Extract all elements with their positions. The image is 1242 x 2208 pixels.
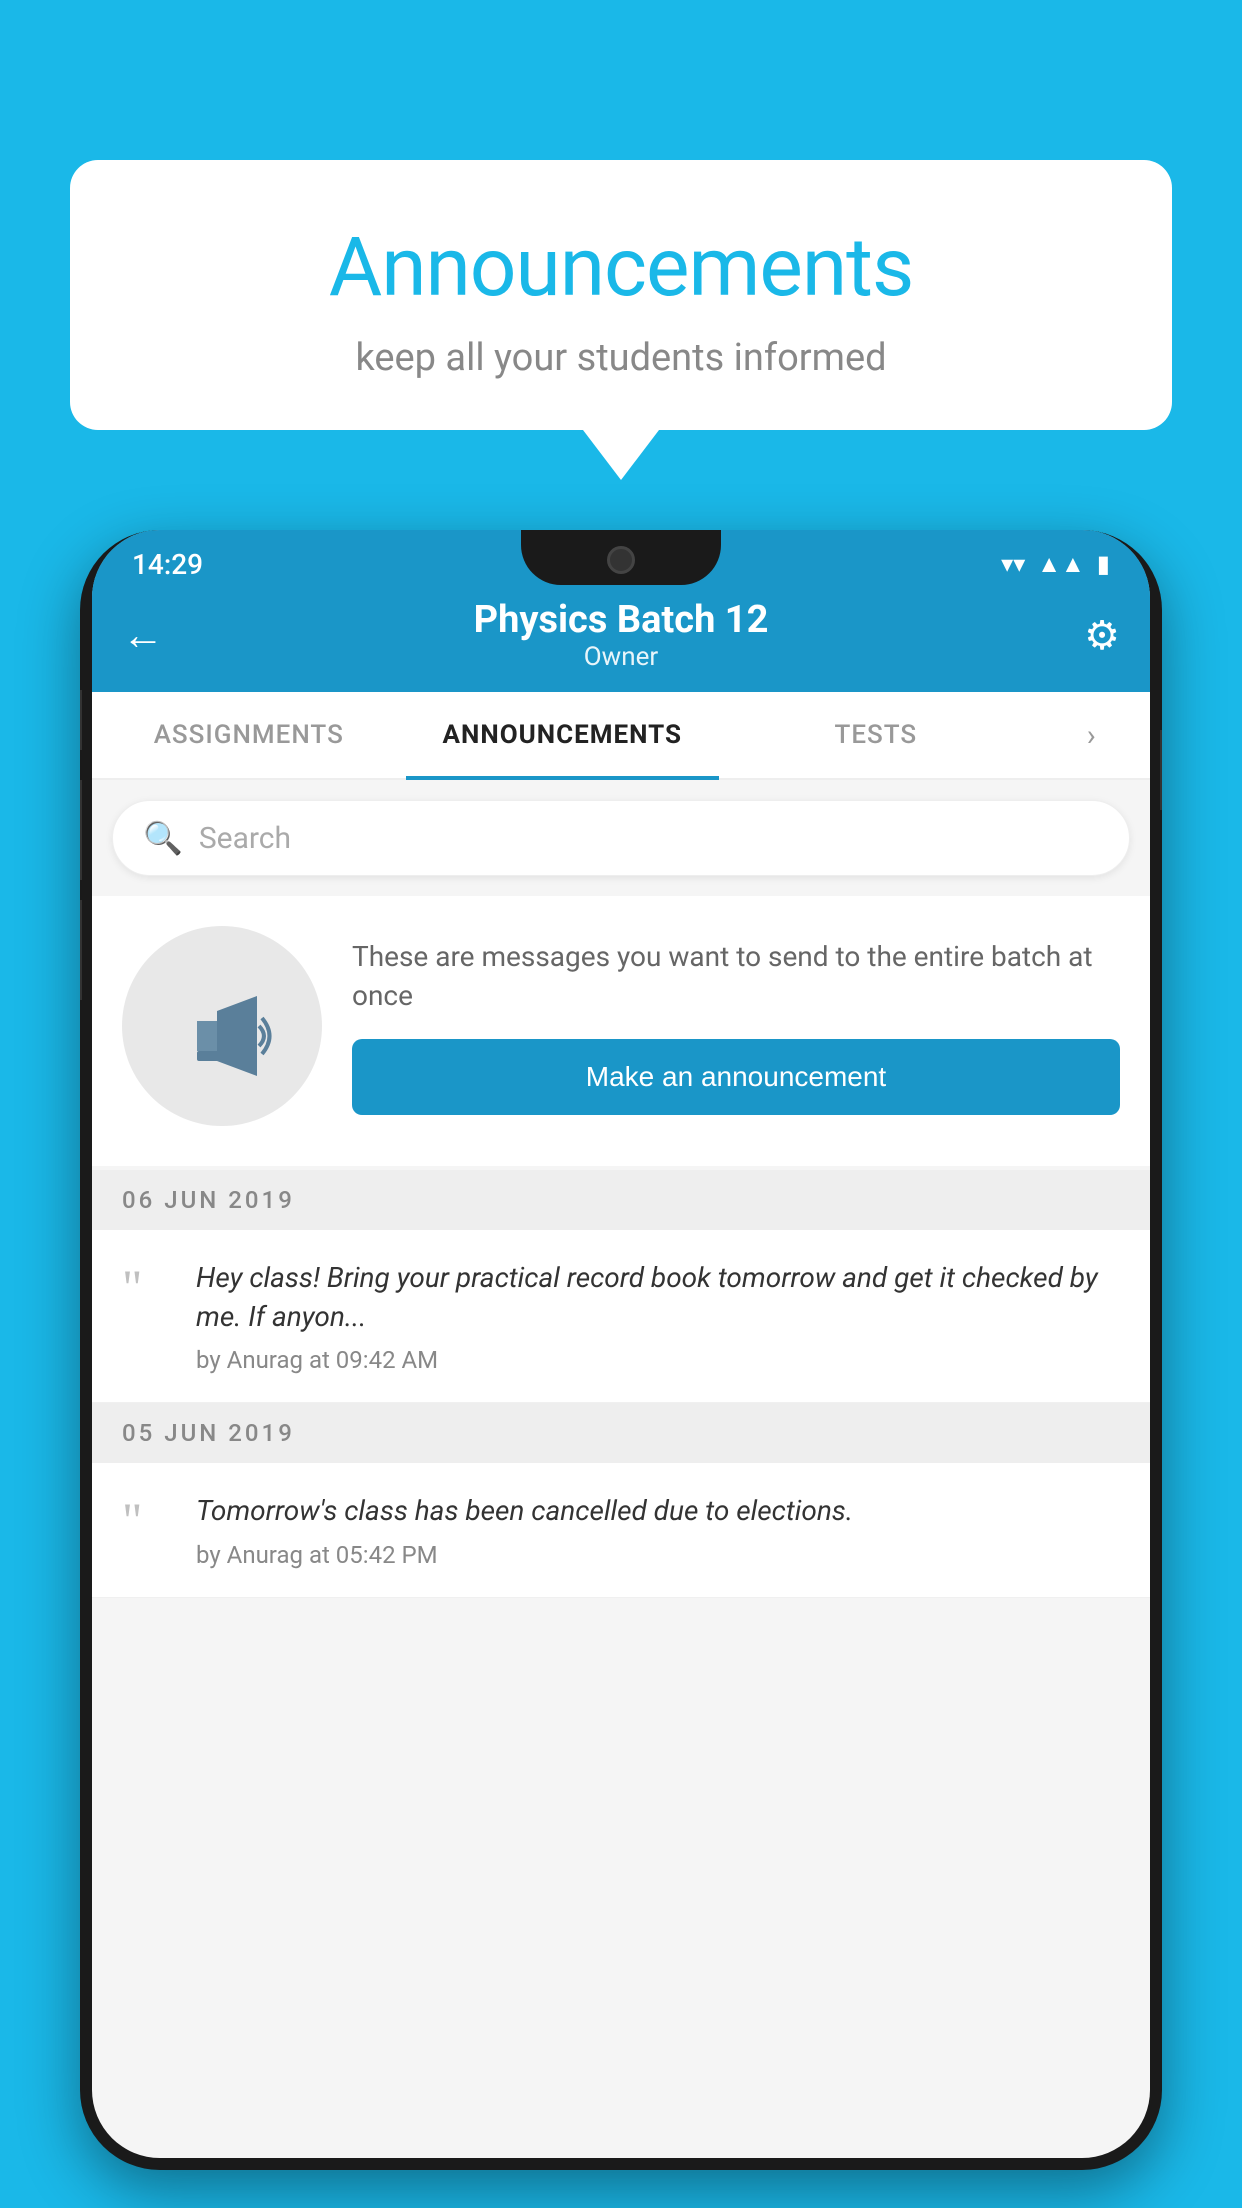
announcement-text-2: Tomorrow's class has been cancelled due …: [196, 1491, 1120, 1530]
volume-down-button: [80, 900, 82, 1000]
status-time: 14:29: [132, 548, 203, 581]
power-button: [1160, 730, 1162, 810]
announcement-meta-1: by Anurag at 09:42 AM: [196, 1346, 1120, 1374]
phone-screen: 14:29 ▾▾ ▲▲ ▮ ← Physics Batch 12 Owner ⚙: [92, 530, 1150, 2158]
date-divider-1: 06 JUN 2019: [92, 1170, 1150, 1230]
wifi-icon: ▾▾: [1001, 550, 1025, 578]
tab-assignments[interactable]: ASSIGNMENTS: [92, 692, 406, 778]
announcement-promo: These are messages you want to send to t…: [92, 896, 1150, 1166]
header-title: Physics Batch 12: [182, 598, 1060, 642]
tabs-bar: ASSIGNMENTS ANNOUNCEMENTS TESTS ›: [92, 692, 1150, 780]
back-button[interactable]: ←: [122, 611, 182, 660]
announcement-content-1: Hey class! Bring your practical record b…: [196, 1258, 1120, 1374]
speech-bubble-section: Announcements keep all your students inf…: [70, 160, 1172, 480]
tab-tests[interactable]: TESTS: [719, 692, 1033, 778]
tab-announcements[interactable]: ANNOUNCEMENTS: [406, 692, 720, 778]
make-announcement-button[interactable]: Make an announcement: [352, 1039, 1120, 1115]
speech-bubble-arrow: [583, 430, 659, 480]
signal-icon: ▲▲: [1037, 550, 1085, 579]
mute-button: [80, 690, 82, 750]
search-placeholder: Search: [199, 821, 291, 856]
quote-icon-1: ": [122, 1262, 172, 1312]
speech-bubble-subtitle: keep all your students informed: [130, 336, 1112, 380]
megaphone-icon: [172, 976, 272, 1076]
announcement-item-1[interactable]: " Hey class! Bring your practical record…: [92, 1230, 1150, 1403]
announcement-item-2[interactable]: " Tomorrow's class has been cancelled du…: [92, 1463, 1150, 1597]
announcement-content-2: Tomorrow's class has been cancelled due …: [196, 1491, 1120, 1568]
phone-notch: [521, 530, 721, 585]
date-divider-2: 05 JUN 2019: [92, 1403, 1150, 1463]
quote-icon-2: ": [122, 1495, 172, 1545]
announcement-text-1: Hey class! Bring your practical record b…: [196, 1258, 1120, 1336]
announcement-meta-2: by Anurag at 05:42 PM: [196, 1541, 1120, 1569]
speech-bubble: Announcements keep all your students inf…: [70, 160, 1172, 430]
speech-bubble-title: Announcements: [130, 220, 1112, 316]
battery-icon: ▮: [1097, 550, 1110, 578]
phone-camera: [607, 546, 635, 574]
volume-up-button: [80, 780, 82, 880]
promo-content: These are messages you want to send to t…: [352, 937, 1120, 1115]
phone-mockup: 14:29 ▾▾ ▲▲ ▮ ← Physics Batch 12 Owner ⚙: [80, 530, 1162, 2170]
promo-icon-circle: [122, 926, 322, 1126]
status-icons: ▾▾ ▲▲ ▮: [1001, 550, 1110, 579]
header-center: Physics Batch 12 Owner: [182, 598, 1060, 672]
promo-description: These are messages you want to send to t…: [352, 937, 1120, 1015]
search-icon: 🔍: [143, 819, 183, 857]
header-subtitle: Owner: [182, 642, 1060, 672]
phone-container: 14:29 ▾▾ ▲▲ ▮ ← Physics Batch 12 Owner ⚙: [80, 530, 1162, 2208]
settings-button[interactable]: ⚙: [1060, 612, 1120, 659]
search-bar[interactable]: 🔍 Search: [112, 800, 1130, 876]
tabs-more-button[interactable]: ›: [1033, 692, 1150, 778]
